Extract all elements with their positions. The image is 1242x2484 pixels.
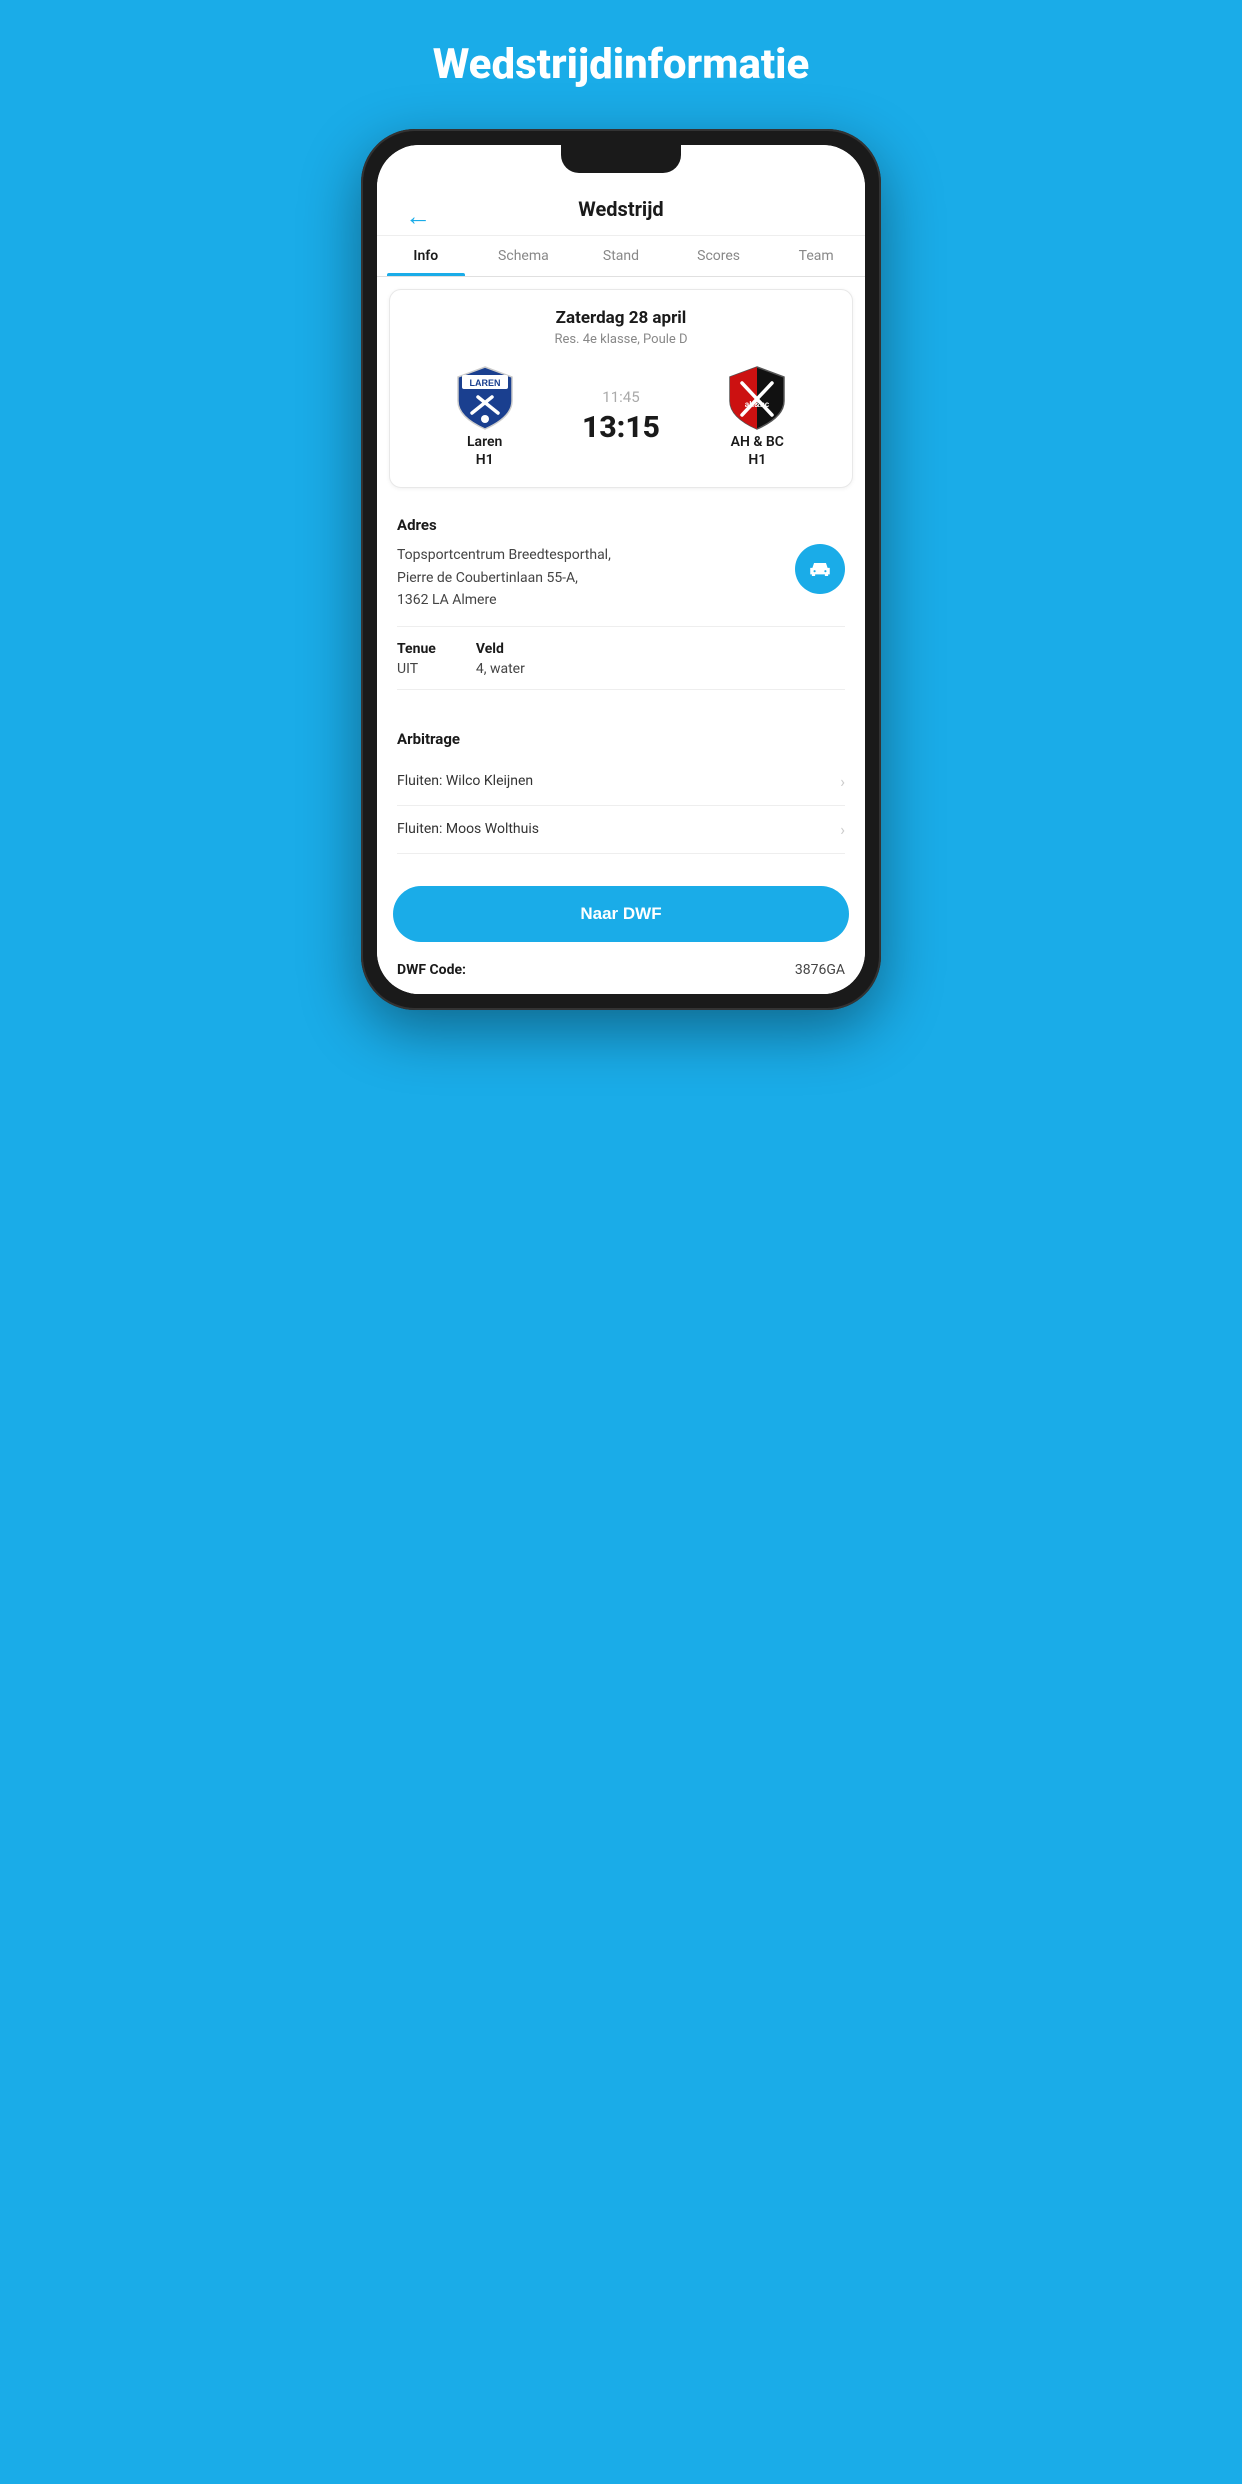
score-main: 13:15 [582, 410, 660, 445]
arbitrage-name-2: Fluiten: Moos Wolthuis [397, 821, 539, 837]
home-team-block: LAREN Laren H1 [425, 363, 545, 469]
back-button[interactable]: ← [397, 197, 439, 236]
phone-notch [561, 145, 681, 173]
car-icon [807, 556, 833, 582]
address-label: Adres [397, 516, 845, 534]
arbitrage-item-1[interactable]: Fluiten: Wilco Kleijnen › [397, 758, 845, 806]
phone-screen: ← Wedstrijd Info Schema Stand Scores Tea… [377, 145, 865, 994]
score-block: 11:45 13:15 [582, 388, 660, 445]
arbitrage-title: Arbitrage [397, 730, 845, 748]
page-background-title: Wedstrijdinformatie [321, 40, 921, 89]
tenue-col: Tenue UIT [397, 641, 436, 677]
dwf-code-label: DWF Code: [397, 962, 466, 978]
header-title: Wedstrijd [578, 197, 663, 235]
address-row: Topsportcentrum Breedtesporthal, Pierre … [397, 544, 845, 626]
address-section: Adres Topsportcentrum Breedtesporthal, P… [377, 500, 865, 705]
svg-text:LAREN: LAREN [469, 378, 500, 388]
away-team-name: AH & BC H1 [731, 433, 784, 469]
home-team-name: Laren H1 [467, 433, 502, 469]
dwf-section: Naar DWF DWF Code: 3876GA [377, 866, 865, 994]
tab-scores[interactable]: Scores [670, 236, 768, 276]
tab-info[interactable]: Info [377, 236, 475, 276]
dwf-button[interactable]: Naar DWF [393, 886, 849, 942]
tenue-value: UIT [397, 661, 436, 677]
match-competition: Res. 4e klasse, Poule D [406, 332, 836, 347]
address-text: Topsportcentrum Breedtesporthal, Pierre … [397, 544, 611, 611]
tab-team[interactable]: Team [767, 236, 865, 276]
away-team-block: ah&bc AH & BC H1 [697, 363, 817, 469]
match-date: Zaterdag 28 april [406, 308, 836, 328]
tenue-label: Tenue [397, 641, 436, 657]
tab-bar: Info Schema Stand Scores Team [377, 236, 865, 277]
ahbc-logo: ah&bc [722, 363, 792, 433]
arbitrage-item-2[interactable]: Fluiten: Moos Wolthuis › [397, 806, 845, 854]
phone-mockup: ← Wedstrijd Info Schema Stand Scores Tea… [361, 129, 881, 1010]
veld-value: 4, water [476, 661, 525, 677]
dwf-code-row: DWF Code: 3876GA [393, 958, 849, 994]
tenue-veld-row: Tenue UIT Veld 4, water [397, 641, 845, 690]
laren-logo: LAREN [450, 363, 520, 433]
chevron-right-icon-2: › [840, 820, 845, 839]
match-card: Zaterdag 28 april Res. 4e klasse, Poule … [389, 289, 853, 488]
screen-inner: ← Wedstrijd Info Schema Stand Scores Tea… [377, 145, 865, 994]
svg-text:ah&bc: ah&bc [745, 400, 770, 409]
score-time: 11:45 [602, 388, 639, 406]
dwf-code-value: 3876GA [795, 962, 845, 978]
arbitrage-section: Arbitrage Fluiten: Wilco Kleijnen › Flui… [377, 714, 865, 858]
chevron-right-icon-1: › [840, 772, 845, 791]
navigation-button[interactable] [795, 544, 845, 594]
veld-label: Veld [476, 641, 525, 657]
arbitrage-name-1: Fluiten: Wilco Kleijnen [397, 773, 533, 789]
tab-schema[interactable]: Schema [475, 236, 573, 276]
match-teams: LAREN Laren H1 [406, 363, 836, 469]
veld-col: Veld 4, water [476, 641, 525, 677]
tab-stand[interactable]: Stand [572, 236, 670, 276]
